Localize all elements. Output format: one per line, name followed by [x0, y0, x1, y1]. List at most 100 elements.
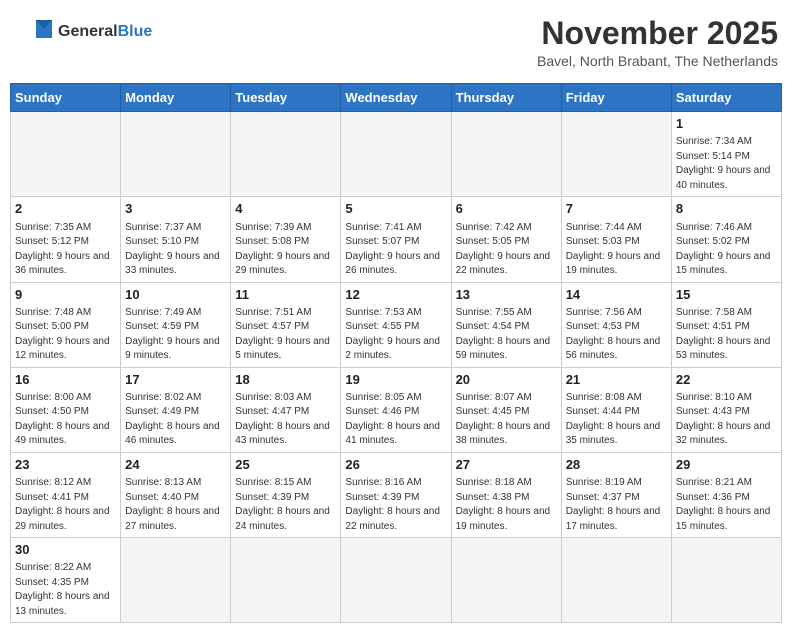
calendar-cell [561, 538, 671, 623]
calendar-cell: 28Sunrise: 8:19 AM Sunset: 4:37 PM Dayli… [561, 452, 671, 537]
calendar-cell: 9 Sunrise: 7:48 AM Sunset: 5:00 PM Daylig… [11, 282, 121, 367]
calendar-cell [341, 538, 451, 623]
calendar-cell [451, 538, 561, 623]
day-number: 29 [676, 456, 777, 474]
day-number: 2 [15, 200, 116, 218]
day-number: 21 [566, 371, 667, 389]
header-friday: Friday [561, 84, 671, 112]
calendar-cell: 11Sunrise: 7:51 AM Sunset: 4:57 PM Dayli… [231, 282, 341, 367]
header-thursday: Thursday [451, 84, 561, 112]
calendar-header-row: SundayMondayTuesdayWednesdayThursdayFrid… [11, 84, 782, 112]
calendar-cell [341, 112, 451, 197]
calendar-table: SundayMondayTuesdayWednesdayThursdayFrid… [10, 83, 782, 623]
calendar-cell: 17 Sunrise: 8:02 AM Sunset: 4:49 PM Dayli… [121, 367, 231, 452]
calendar-cell: 27 Sunrise: 8:18 AM Sunset: 4:38 PM Dayli… [451, 452, 561, 537]
calendar-cell: 19 Sunrise: 8:05 AM Sunset: 4:46 PM Dayli… [341, 367, 451, 452]
day-number: 11 [235, 286, 336, 304]
calendar-cell [231, 538, 341, 623]
location-title: Bavel, North Brabant, The Netherlands [537, 53, 778, 69]
header-tuesday: Tuesday [231, 84, 341, 112]
month-title: November 2025 [537, 16, 778, 51]
day-number: 15 [676, 286, 777, 304]
day-info: Sunrise: 8:00 AM Sunset: 4:50 PM Dayligh… [15, 391, 116, 449]
day-number: 4 [235, 200, 336, 218]
day-info: Sunrise: 8:02 AM Sunset: 4:49 PM Dayligh… [125, 391, 226, 449]
day-info: Sunrise: 7:55 AM Sunset: 4:54 PM Dayligh… [456, 306, 557, 364]
day-info: Sunrise: 7:41 AM Sunset: 5:07 PM Dayligh… [345, 221, 446, 279]
day-info: Sunrise: 8:03 AM Sunset: 4:47 PM Dayligh… [235, 391, 336, 449]
calendar-cell: 6Sunrise: 7:42 AM Sunset: 5:05 PM Daylig… [451, 197, 561, 282]
day-info: Sunrise: 8:12 AM Sunset: 4:41 PM Dayligh… [15, 476, 116, 534]
calendar-cell: 14Sunrise: 7:56 AM Sunset: 4:53 PM Dayli… [561, 282, 671, 367]
day-number: 10 [125, 286, 226, 304]
calendar-cell: 1 Sunrise: 7:34 AM Sunset: 5:14 PM Daylig… [671, 112, 781, 197]
calendar-cell: 3 Sunrise: 7:37 AM Sunset: 5:10 PM Daylig… [121, 197, 231, 282]
header-wednesday: Wednesday [341, 84, 451, 112]
day-info: Sunrise: 7:44 AM Sunset: 5:03 PM Dayligh… [566, 221, 667, 279]
calendar-cell [671, 538, 781, 623]
day-number: 5 [345, 200, 446, 218]
day-info: Sunrise: 7:34 AM Sunset: 5:14 PM Dayligh… [676, 135, 777, 193]
day-number: 12 [345, 286, 446, 304]
generalblue-logo-icon [14, 16, 54, 48]
calendar-cell: 30 Sunrise: 8:22 AM Sunset: 4:35 PM Dayli… [11, 538, 121, 623]
day-number: 20 [456, 371, 557, 389]
logo-text-blue: Blue [118, 23, 153, 40]
day-number: 16 [15, 371, 116, 389]
calendar-cell: 21 Sunrise: 8:08 AM Sunset: 4:44 PM Dayli… [561, 367, 671, 452]
day-info: Sunrise: 7:37 AM Sunset: 5:10 PM Dayligh… [125, 221, 226, 279]
day-number: 17 [125, 371, 226, 389]
calendar-cell [121, 112, 231, 197]
logo-text-general: General [58, 23, 118, 40]
calendar-cell: 24Sunrise: 8:13 AM Sunset: 4:40 PM Dayli… [121, 452, 231, 537]
day-number: 27 [456, 456, 557, 474]
day-number: 1 [676, 115, 777, 133]
day-number: 26 [345, 456, 446, 474]
calendar-cell: 23 Sunrise: 8:12 AM Sunset: 4:41 PM Dayli… [11, 452, 121, 537]
calendar-cell: 16 Sunrise: 8:00 AM Sunset: 4:50 PM Dayli… [11, 367, 121, 452]
day-number: 8 [676, 200, 777, 218]
day-info: Sunrise: 8:22 AM Sunset: 4:35 PM Dayligh… [15, 561, 116, 619]
calendar-cell: 22Sunrise: 8:10 AM Sunset: 4:43 PM Dayli… [671, 367, 781, 452]
day-info: Sunrise: 8:07 AM Sunset: 4:45 PM Dayligh… [456, 391, 557, 449]
day-info: Sunrise: 8:10 AM Sunset: 4:43 PM Dayligh… [676, 391, 777, 449]
day-number: 18 [235, 371, 336, 389]
calendar-cell [561, 112, 671, 197]
day-number: 13 [456, 286, 557, 304]
day-number: 23 [15, 456, 116, 474]
day-info: Sunrise: 7:39 AM Sunset: 5:08 PM Dayligh… [235, 221, 336, 279]
day-number: 30 [15, 541, 116, 559]
day-info: Sunrise: 8:18 AM Sunset: 4:38 PM Dayligh… [456, 476, 557, 534]
calendar-cell: 10Sunrise: 7:49 AM Sunset: 4:59 PM Dayli… [121, 282, 231, 367]
header-saturday: Saturday [671, 84, 781, 112]
header: GeneralBlue November 2025 Bavel, North B… [10, 10, 782, 75]
calendar-cell: 18 Sunrise: 8:03 AM Sunset: 4:47 PM Dayli… [231, 367, 341, 452]
day-info: Sunrise: 7:48 AM Sunset: 5:00 PM Dayligh… [15, 306, 116, 364]
day-number: 7 [566, 200, 667, 218]
title-area: November 2025 Bavel, North Brabant, The … [537, 16, 778, 69]
day-number: 25 [235, 456, 336, 474]
calendar-cell: 13 Sunrise: 7:55 AM Sunset: 4:54 PM Dayli… [451, 282, 561, 367]
calendar-cell [11, 112, 121, 197]
calendar-cell: 7 Sunrise: 7:44 AM Sunset: 5:03 PM Daylig… [561, 197, 671, 282]
day-info: Sunrise: 8:08 AM Sunset: 4:44 PM Dayligh… [566, 391, 667, 449]
day-info: Sunrise: 8:21 AM Sunset: 4:36 PM Dayligh… [676, 476, 777, 534]
calendar-cell: 5 Sunrise: 7:41 AM Sunset: 5:07 PM Daylig… [341, 197, 451, 282]
day-info: Sunrise: 8:16 AM Sunset: 4:39 PM Dayligh… [345, 476, 446, 534]
day-info: Sunrise: 8:13 AM Sunset: 4:40 PM Dayligh… [125, 476, 226, 534]
calendar-cell: 4 Sunrise: 7:39 AM Sunset: 5:08 PM Daylig… [231, 197, 341, 282]
day-info: Sunrise: 8:05 AM Sunset: 4:46 PM Dayligh… [345, 391, 446, 449]
calendar-cell [121, 538, 231, 623]
calendar-cell: 8Sunrise: 7:46 AM Sunset: 5:02 PM Daylig… [671, 197, 781, 282]
day-info: Sunrise: 7:42 AM Sunset: 5:05 PM Dayligh… [456, 221, 557, 279]
day-number: 14 [566, 286, 667, 304]
calendar-cell: 26 Sunrise: 8:16 AM Sunset: 4:39 PM Dayli… [341, 452, 451, 537]
day-number: 3 [125, 200, 226, 218]
day-info: Sunrise: 7:53 AM Sunset: 4:55 PM Dayligh… [345, 306, 446, 364]
day-number: 9 [15, 286, 116, 304]
header-monday: Monday [121, 84, 231, 112]
day-number: 19 [345, 371, 446, 389]
logo-area: GeneralBlue [14, 16, 152, 48]
calendar-cell: 15Sunrise: 7:58 AM Sunset: 4:51 PM Dayli… [671, 282, 781, 367]
day-info: Sunrise: 8:15 AM Sunset: 4:39 PM Dayligh… [235, 476, 336, 534]
